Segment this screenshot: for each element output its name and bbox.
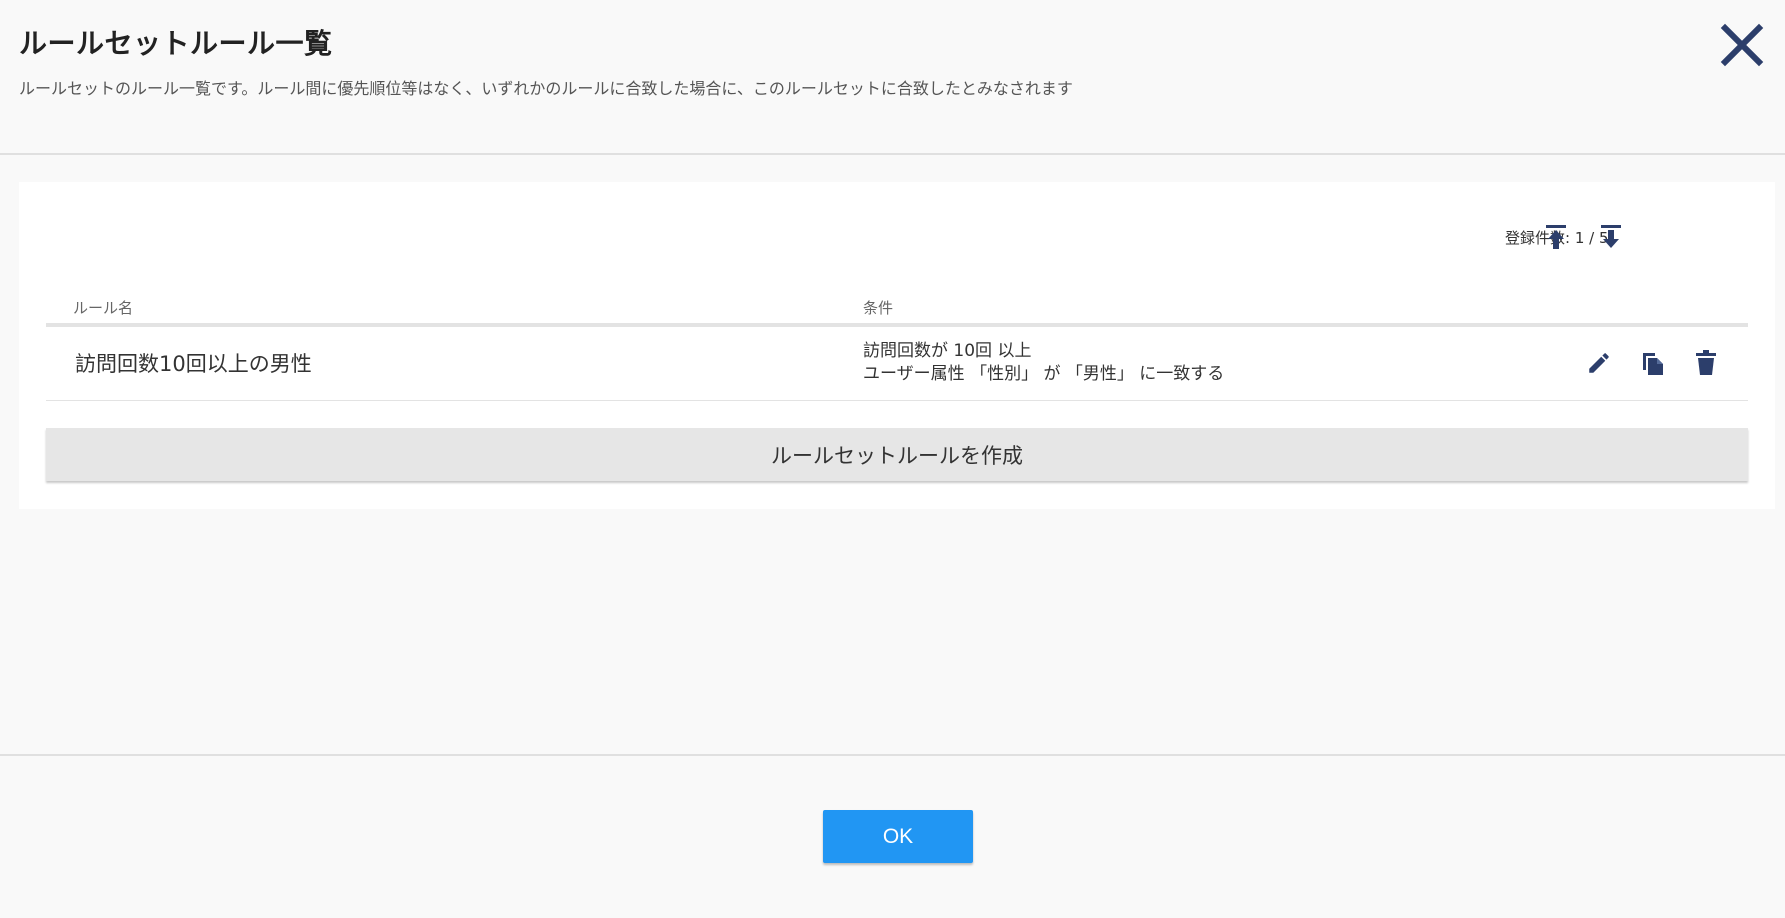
close-button[interactable] xyxy=(1719,22,1765,68)
footer-divider xyxy=(0,754,1785,756)
edit-icon xyxy=(1589,353,1609,373)
rule-list-panel: 登録件数: 1 / 5 ルール名 条件 訪問回数10回以上の男性 訪問回数が 1… xyxy=(19,182,1775,509)
condition-cell: 訪問回数が 10回 以上 ユーザー属性 「性別」 が 「男性」 に一致する xyxy=(863,340,1224,386)
export-button[interactable] xyxy=(1539,220,1573,254)
copy-rule-button[interactable] xyxy=(1636,346,1670,380)
condition-line: 訪問回数が 10回 以上 xyxy=(863,341,1032,361)
delete-rule-button[interactable] xyxy=(1689,346,1723,380)
condition-line: ユーザー属性 「性別」 が 「男性」 に一致する xyxy=(863,364,1225,384)
table-row-divider xyxy=(46,400,1748,401)
trash-icon xyxy=(1696,350,1716,375)
download-icon xyxy=(1601,225,1621,248)
dialog-header: ルールセットルール一覧 ルールセットのルール一覧です。ルール間に優先順位等はなく… xyxy=(0,0,1785,155)
create-rule-button[interactable]: ルールセットルールを作成 xyxy=(46,428,1748,481)
close-icon xyxy=(1720,23,1764,67)
page-title: ルールセットルール一覧 xyxy=(19,27,333,60)
copy-icon xyxy=(1643,353,1663,375)
edit-rule-button[interactable] xyxy=(1582,346,1616,380)
upload-icon xyxy=(1546,225,1566,249)
import-button[interactable] xyxy=(1594,220,1628,254)
table-header-divider xyxy=(46,323,1748,327)
rule-name-cell: 訪問回数10回以上の男性 xyxy=(75,352,312,376)
ok-button[interactable]: OK xyxy=(823,810,973,863)
column-header-rule-name: ルール名 xyxy=(73,299,134,317)
column-header-condition: 条件 xyxy=(863,299,894,317)
page-description: ルールセットのルール一覧です。ルール間に優先順位等はなく、いずれかのルールに合致… xyxy=(19,79,1073,98)
